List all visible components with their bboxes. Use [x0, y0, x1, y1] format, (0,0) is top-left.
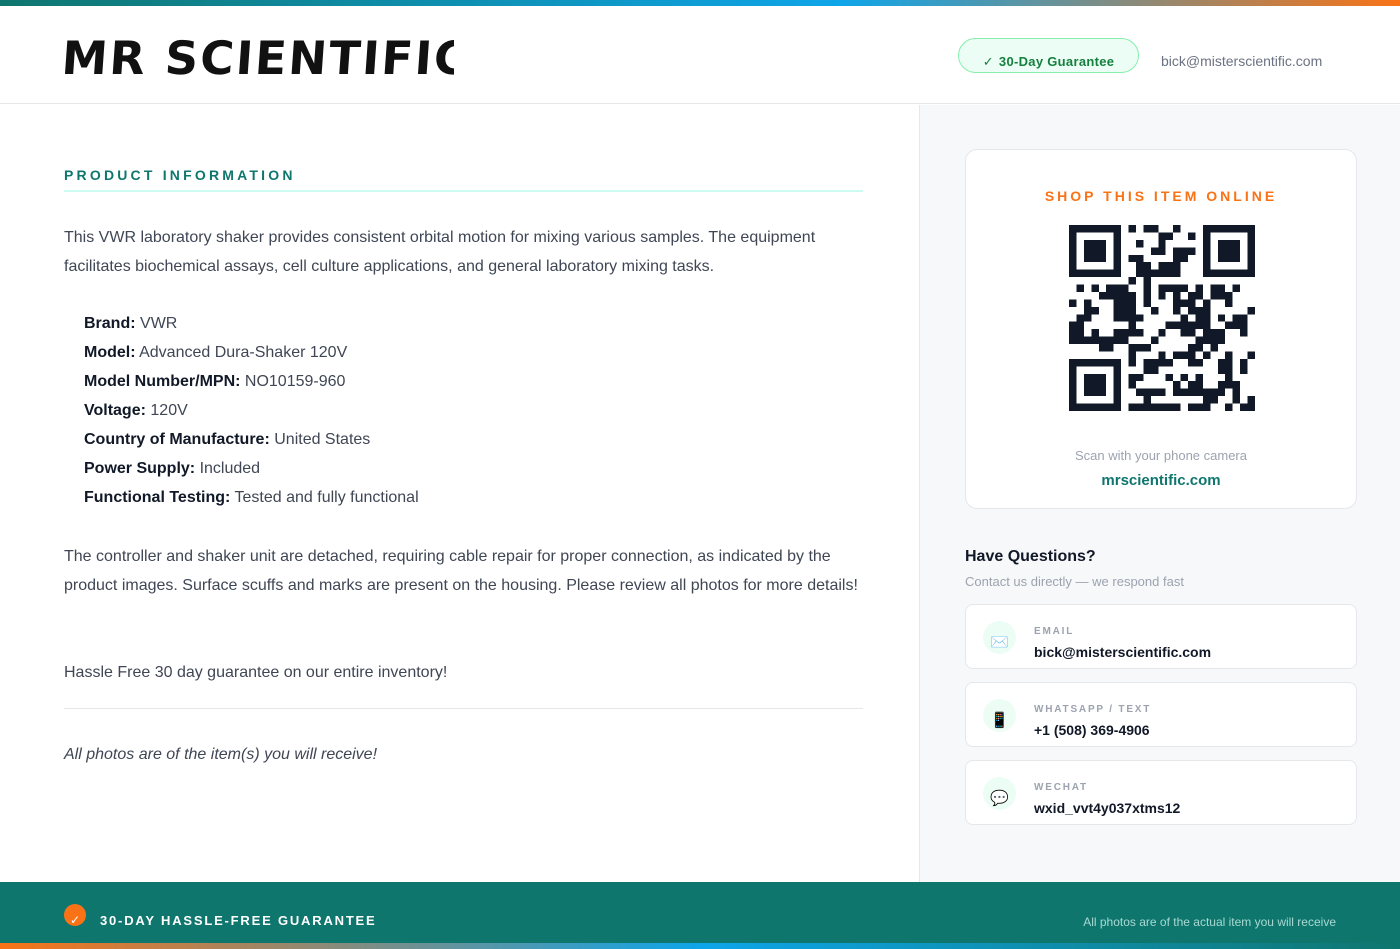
spec-item: Functional Testing: Tested and fully fun… — [84, 483, 419, 512]
contact-value: bick@misterscientific.com — [1034, 644, 1212, 660]
spec-value: 120V — [150, 402, 188, 419]
spec-value: United States — [274, 431, 371, 448]
check-icon: ✓ — [982, 53, 994, 69]
chat-icon: 💬 — [983, 777, 1016, 810]
contact-label: EMAIL — [1034, 626, 1075, 637]
site-footer: ✓ 30-DAY HASSLE-FREE GUARANTEE All photo… — [0, 882, 1400, 949]
site-header: MR SCIENTIFIC ✓ 30-Day Guarantee bick@mi… — [0, 6, 1400, 104]
sidebar: SHOP THIS ITEM ONLINE Scan with your pho… — [919, 105, 1400, 882]
guarantee-text: Hassle Free 30 day guarantee on our enti… — [64, 664, 448, 681]
contact-value: wxid_vvt4y037xtms12 — [1034, 800, 1181, 816]
spec-label: Model: — [84, 344, 136, 361]
spec-label: Power Supply: — [84, 460, 196, 477]
contact-card-wechat[interactable]: 💬 WECHAT wxid_vvt4y037xtms12 — [965, 760, 1357, 825]
spec-list: Brand: VWR Model: Advanced Dura-Shaker 1… — [84, 309, 419, 512]
check-icon: ✓ — [64, 904, 86, 927]
shop-online-card: SHOP THIS ITEM ONLINE Scan with your pho… — [965, 149, 1357, 509]
spec-item: Power Supply: Included — [84, 454, 419, 483]
contact-card-whatsapp[interactable]: 📱 WHATSAPP / TEXT +1 (508) 369-4906 — [965, 682, 1357, 747]
contact-label: WECHAT — [1034, 782, 1088, 793]
spec-value: Tested and fully functional — [234, 489, 419, 506]
guarantee-badge: ✓ 30-Day Guarantee — [958, 38, 1139, 73]
section-divider — [64, 708, 863, 709]
logo-text: MR SCIENTIFIC — [64, 31, 454, 84]
contact-label: WHATSAPP / TEXT — [1034, 704, 1152, 715]
spec-item: Model Number/MPN: NO10159-960 — [84, 367, 419, 396]
qr-code[interactable] — [1069, 225, 1255, 411]
spec-value: Included — [199, 460, 261, 477]
section-heading: PRODUCT INFORMATION — [64, 167, 296, 183]
phone-icon: 📱 — [983, 699, 1016, 732]
shop-online-title: SHOP THIS ITEM ONLINE — [1044, 188, 1278, 204]
spec-label: Country of Manufacture: — [84, 431, 270, 448]
product-intro: This VWR laboratory shaker provides cons… — [64, 229, 816, 275]
spec-item: Country of Manufacture: United States — [84, 425, 419, 454]
heading-underline — [64, 190, 863, 192]
spec-label: Model Number/MPN: — [84, 373, 241, 390]
spec-label: Functional Testing: — [84, 489, 231, 506]
footer-guarantee: 30-DAY HASSLE-FREE GUARANTEE — [100, 913, 377, 928]
spec-item: Brand: VWR — [84, 309, 419, 338]
header-email-link[interactable]: bick@misterscientific.com — [1161, 53, 1322, 69]
product-info-section: PRODUCT INFORMATION This VWR laboratory … — [0, 105, 919, 882]
spec-item: Voltage: 120V — [84, 396, 419, 425]
photos-note: All photos are of the item(s) you will r… — [64, 746, 378, 763]
guarantee-badge-label: 30-Day Guarantee — [998, 54, 1115, 69]
spec-value: Advanced Dura-Shaker 120V — [139, 344, 348, 361]
envelope-icon: ✉️ — [983, 621, 1016, 654]
contact-value: +1 (508) 369-4906 — [1034, 722, 1150, 738]
questions-subtitle: Contact us directly — we respond fast — [965, 574, 1184, 589]
spec-value: VWR — [140, 315, 178, 332]
spec-item: Model: Advanced Dura-Shaker 120V — [84, 338, 419, 367]
condition-description: The controller and shaker unit are detac… — [64, 548, 858, 594]
questions-title: Have Questions? — [965, 548, 1096, 565]
spec-value: NO10159-960 — [244, 373, 346, 390]
shop-link[interactable]: mrscientific.com — [966, 472, 1356, 489]
qr-caption: Scan with your phone camera — [1075, 448, 1247, 463]
spec-label: Brand: — [84, 315, 136, 332]
bottom-accent-bar — [0, 943, 1400, 949]
spec-label: Voltage: — [84, 402, 146, 419]
footer-note: All photos are of the actual item you wi… — [1083, 915, 1336, 929]
logo: MR SCIENTIFIC — [64, 31, 454, 84]
contact-card-email[interactable]: ✉️ EMAIL bick@misterscientific.com — [965, 604, 1357, 669]
